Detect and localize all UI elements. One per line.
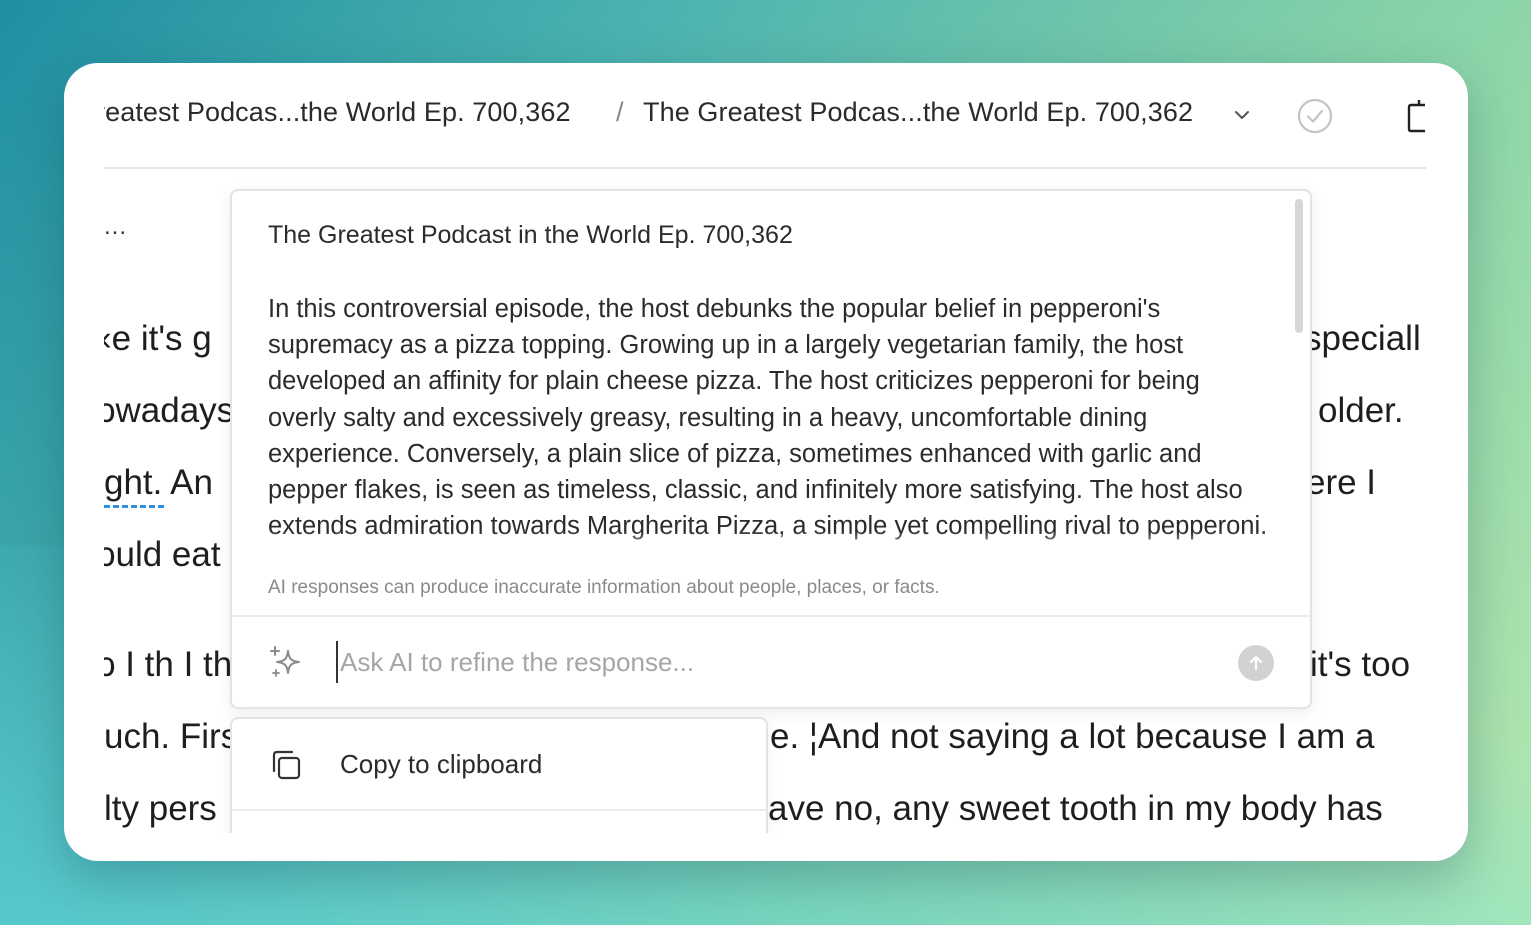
actions-menu: Copy to clipboard	[230, 717, 768, 833]
ai-response-popup: The Greatest Podcast in the World Ep. 70…	[230, 189, 1312, 709]
sparkle-icon	[270, 646, 300, 677]
chevron-down-icon[interactable]	[1232, 105, 1252, 125]
transcript-fragment: ‹e it's g	[104, 319, 212, 358]
copy-icon	[272, 750, 301, 780]
transcript-fragment: older.	[1318, 391, 1404, 430]
transcript-fragment: speciall	[1304, 319, 1421, 358]
refine-input[interactable]	[336, 641, 1216, 683]
highlight-underline	[104, 505, 164, 508]
copy-to-clipboard-label: Copy to clipboard	[340, 749, 543, 779]
ai-response-title: The Greatest Podcast in the World Ep. 70…	[268, 221, 793, 249]
send-button[interactable]	[1238, 645, 1274, 681]
ai-response-scroll-area[interactable]: The Greatest Podcast in the World Ep. 70…	[232, 191, 1292, 559]
arrow-up-icon	[1249, 655, 1263, 671]
app-window: reatest Podcas...the World Ep. 700,362 /…	[64, 63, 1468, 861]
ai-disclaimer: AI responses can produce inaccurate info…	[268, 577, 940, 598]
popup-divider	[232, 615, 1310, 617]
scrollbar-thumb[interactable]	[1295, 199, 1303, 333]
transcript-fragment: uch. Firs	[104, 717, 239, 756]
transcript-fragment: ɔuld eat	[104, 535, 221, 574]
document-icon[interactable]	[1407, 99, 1426, 133]
copy-to-clipboard-item[interactable]: Copy to clipboard	[232, 719, 766, 811]
transcript-fragment: e. ¦And not saying a lot because I am a	[770, 717, 1375, 756]
transcript-fragment: lty pers	[104, 789, 217, 828]
breadcrumb-item-current[interactable]: The Greatest Podcas...the World Ep. 700,…	[643, 97, 1213, 128]
check-circle-icon[interactable]	[1296, 97, 1334, 135]
breadcrumb-item-parent[interactable]: reatest Podcas...the World Ep. 700,362	[104, 97, 592, 128]
breadcrumb-separator: /	[616, 97, 624, 127]
transcript-fragment: ɔwadays	[104, 391, 235, 430]
document-area: reatest Podcas...the World Ep. 700,362 /…	[104, 63, 1426, 833]
ai-response-body: In this controversial episode, the host …	[268, 295, 1268, 541]
transcript-fragment: ɔ I th I th	[104, 645, 233, 684]
transcript-fragment: it's too	[1310, 645, 1411, 684]
transcript-fragment: ere I	[1306, 463, 1377, 502]
transcript-fragment: ght. An	[104, 463, 213, 502]
scroll-fade	[232, 531, 1292, 559]
more-ellipsis[interactable]: ...	[104, 213, 127, 241]
breadcrumb: reatest Podcas...the World Ep. 700,362 /…	[104, 63, 1426, 169]
transcript-fragment: ave no, any sweet tooth in my body has	[768, 789, 1383, 828]
